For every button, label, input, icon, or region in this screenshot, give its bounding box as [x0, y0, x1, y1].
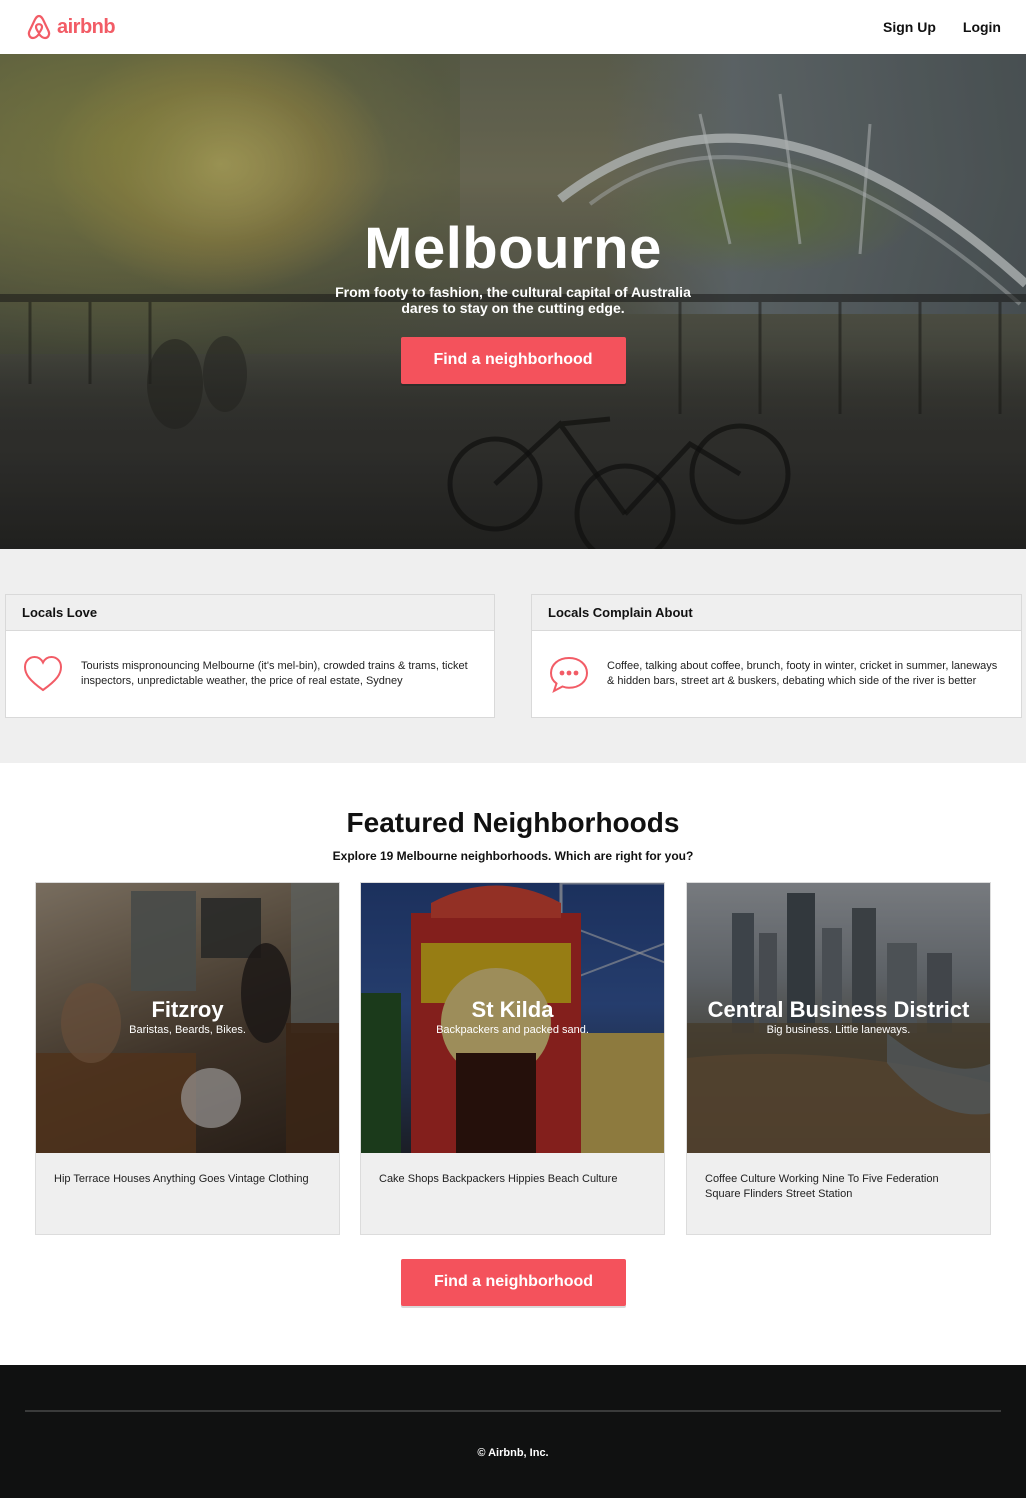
locals-section: Locals Love Tourists mispronouncing Melb…: [0, 549, 1026, 763]
find-neighborhood-button[interactable]: Find a neighborhood: [400, 337, 626, 384]
neighborhood-image-cbd: Central Business District Big business. …: [687, 883, 990, 1153]
locals-love-text: Tourists mispronouncing Melbourne (it's …: [81, 660, 468, 687]
neighborhood-card-cbd[interactable]: Central Business District Big business. …: [686, 882, 991, 1235]
locals-complain-card: Locals Complain About Coffee, talking ab…: [531, 594, 1022, 718]
neighborhood-name: Central Business District: [707, 997, 970, 1022]
hero-banner: Melbourne From footy to fashion, the cul…: [0, 54, 1026, 549]
neighborhood-card-st-kilda[interactable]: St Kilda Backpackers and packed sand. Ca…: [360, 882, 665, 1235]
locals-love-card: Locals Love Tourists mispronouncing Melb…: [5, 594, 495, 718]
airbnb-logo-icon: [27, 14, 51, 40]
neighborhood-tagline: Big business. Little laneways.: [766, 1024, 911, 1036]
heart-icon: [23, 655, 63, 692]
neighborhood-tags: Cake Shops Backpackers Hippies Beach Cul…: [379, 1173, 618, 1185]
site-footer: © Airbnb, Inc.: [0, 1365, 1026, 1498]
locals-love-heading: Locals Love: [6, 595, 494, 631]
brand-name: airbnb: [57, 15, 116, 38]
header-nav: Sign Up Login: [883, 19, 1001, 35]
speech-bubble-icon: [549, 656, 589, 694]
featured-subtitle: Explore 19 Melbourne neighborhoods. Whic…: [332, 849, 694, 863]
hero-content: Melbourne From footy to fashion, the cul…: [0, 214, 1026, 384]
neighborhood-tagline: Baristas, Beards, Bikes.: [129, 1024, 246, 1036]
neighborhood-name: Fitzroy: [151, 997, 224, 1022]
neighborhood-tagline: Backpackers and packed sand.: [436, 1024, 589, 1036]
neighborhood-image-fitzroy: Fitzroy Baristas, Beards, Bikes.: [36, 883, 339, 1153]
hero-title: Melbourne: [364, 216, 662, 281]
neighborhood-tags: Hip Terrace Houses Anything Goes Vintage…: [54, 1173, 309, 1185]
neighborhood-name: St Kilda: [471, 997, 554, 1022]
locals-complain-heading: Locals Complain About: [532, 595, 1021, 631]
site-header: airbnb Sign Up Login: [0, 0, 1026, 54]
footer-divider: [25, 1410, 1001, 1412]
featured-title: Featured Neighborhoods: [346, 807, 680, 838]
featured-section: Featured Neighborhoods Explore 19 Melbou…: [0, 763, 1026, 1365]
airbnb-logo[interactable]: airbnb: [26, 13, 116, 41]
footer-copyright: © Airbnb, Inc.: [477, 1447, 549, 1459]
locals-complain-text: Coffee, talking about coffee, brunch, fo…: [607, 660, 998, 687]
neighborhood-card-fitzroy[interactable]: Fitzroy Baristas, Beards, Bikes. Hip Ter…: [35, 882, 340, 1235]
neighborhood-image-st-kilda: St Kilda Backpackers and packed sand.: [361, 883, 664, 1153]
hero-subtitle: From footy to fashion, the cultural capi…: [335, 284, 691, 316]
find-neighborhood-button-bottom[interactable]: Find a neighborhood: [401, 1259, 626, 1306]
login-link[interactable]: Login: [963, 19, 1001, 35]
neighborhood-tags: Coffee Culture Working Nine To Five Fede…: [705, 1173, 939, 1200]
signup-link[interactable]: Sign Up: [883, 19, 936, 35]
